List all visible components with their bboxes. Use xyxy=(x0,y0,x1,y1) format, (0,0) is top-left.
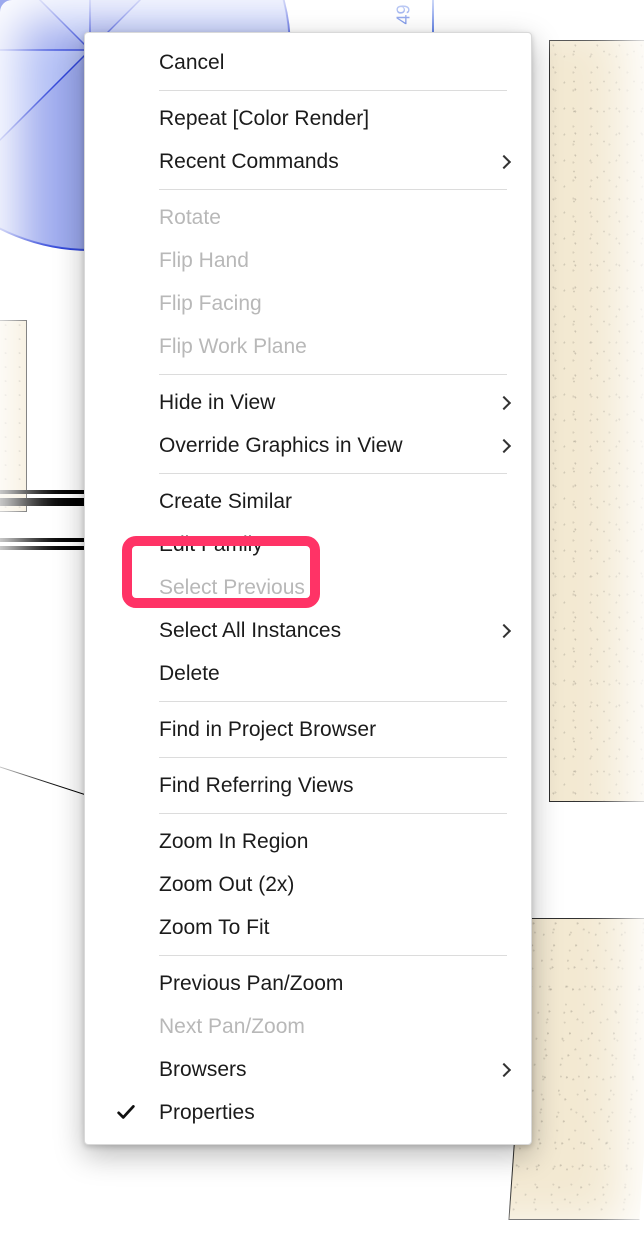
menu-separator xyxy=(159,473,507,474)
menu-separator xyxy=(159,90,507,91)
dimension-tick xyxy=(432,0,434,20)
menu-item-label: Recent Commands xyxy=(159,150,507,174)
menu-item-delete[interactable]: Delete xyxy=(85,652,531,695)
menu-item-previous-pan-zoom[interactable]: Previous Pan/Zoom xyxy=(85,962,531,1005)
menu-separator xyxy=(159,757,507,758)
menu-item-rotate: Rotate xyxy=(85,196,531,239)
menu-item-recent-commands[interactable]: Recent Commands xyxy=(85,140,531,183)
menu-item-zoom-in-region[interactable]: Zoom In Region xyxy=(85,820,531,863)
menu-item-flip-hand: Flip Hand xyxy=(85,239,531,282)
menu-separator xyxy=(159,374,507,375)
menu-item-label: Flip Hand xyxy=(159,249,507,273)
menu-item-label: Zoom In Region xyxy=(159,830,507,854)
menu-item-repeat[interactable]: Repeat [Color Render] xyxy=(85,97,531,140)
menu-item-label: Flip Work Plane xyxy=(159,335,507,359)
wall-hatch xyxy=(0,320,27,512)
menu-item-find-in-browser[interactable]: Find in Project Browser xyxy=(85,708,531,751)
menu-item-label: Repeat [Color Render] xyxy=(159,107,507,131)
menu-item-label: Create Similar xyxy=(159,490,507,514)
menu-item-label: Hide in View xyxy=(159,391,507,415)
menu-item-label: Properties xyxy=(159,1101,507,1125)
menu-item-browsers[interactable]: Browsers xyxy=(85,1048,531,1091)
menu-item-zoom-out-2x[interactable]: Zoom Out (2x) xyxy=(85,863,531,906)
menu-separator xyxy=(159,955,507,956)
menu-item-label: Previous Pan/Zoom xyxy=(159,972,507,996)
menu-item-label: Select Previous xyxy=(159,576,507,600)
menu-separator xyxy=(159,813,507,814)
wall-line xyxy=(0,546,88,550)
menu-item-select-all-instances[interactable]: Select All Instances xyxy=(85,609,531,652)
wall-hatch xyxy=(549,40,644,802)
menu-item-label: Cancel xyxy=(159,51,507,75)
menu-item-label: Override Graphics in View xyxy=(159,434,507,458)
menu-item-label: Next Pan/Zoom xyxy=(159,1015,507,1039)
checkmark-icon xyxy=(115,1100,137,1122)
menu-item-find-referring[interactable]: Find Referring Views xyxy=(85,764,531,807)
menu-item-flip-facing: Flip Facing xyxy=(85,282,531,325)
menu-separator xyxy=(159,189,507,190)
menu-item-override-graphics[interactable]: Override Graphics in View xyxy=(85,424,531,467)
dimension-label: 49 xyxy=(393,4,414,24)
menu-item-next-pan-zoom: Next Pan/Zoom xyxy=(85,1005,531,1048)
menu-item-label: Edit Family xyxy=(159,533,507,557)
menu-item-hide-in-view[interactable]: Hide in View xyxy=(85,381,531,424)
menu-item-cancel[interactable]: Cancel xyxy=(85,41,531,84)
menu-item-label: Find Referring Views xyxy=(159,774,507,798)
menu-item-label: Find in Project Browser xyxy=(159,718,507,742)
menu-item-label: Rotate xyxy=(159,206,507,230)
wall-line xyxy=(0,538,88,542)
menu-item-flip-work-plane: Flip Work Plane xyxy=(85,325,531,368)
menu-item-zoom-to-fit[interactable]: Zoom To Fit xyxy=(85,906,531,949)
menu-item-label: Delete xyxy=(159,662,507,686)
menu-item-label: Browsers xyxy=(159,1058,507,1082)
menu-item-edit-family[interactable]: Edit Family xyxy=(85,523,531,566)
menu-item-create-similar[interactable]: Create Similar xyxy=(85,480,531,523)
menu-item-label: Zoom Out (2x) xyxy=(159,873,507,897)
menu-separator xyxy=(159,701,507,702)
menu-item-properties[interactable]: Properties xyxy=(85,1091,531,1134)
context-menu: Cancel Repeat [Color Render] Recent Comman… xyxy=(84,32,532,1145)
menu-item-label: Zoom To Fit xyxy=(159,916,507,940)
menu-item-label: Select All Instances xyxy=(159,619,507,643)
menu-item-select-previous: Select Previous xyxy=(85,566,531,609)
menu-item-label: Flip Facing xyxy=(159,292,507,316)
